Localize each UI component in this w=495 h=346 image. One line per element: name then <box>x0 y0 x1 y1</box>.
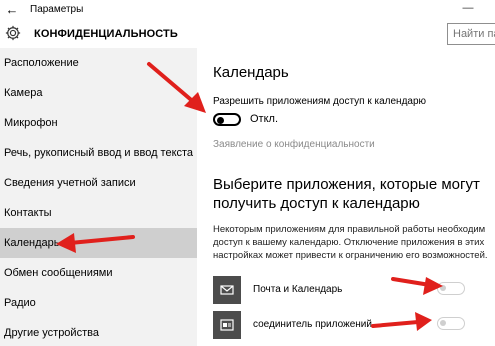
sidebar-item-speech[interactable]: Речь, рукописный ввод и ввод текста <box>0 138 197 168</box>
gear-icon <box>5 25 21 41</box>
content-panel: Календарь Разрешить приложениям доступ к… <box>197 48 495 346</box>
sidebar-item-camera[interactable]: Камера <box>0 78 197 108</box>
sidebar-item-messaging[interactable]: Обмен сообщениями <box>0 258 197 288</box>
mail-icon <box>213 276 241 304</box>
sidebar-item-location[interactable]: Расположение <box>0 48 197 78</box>
app-row-app-connector: соединитель приложений <box>213 311 495 339</box>
sidebar-item-contacts[interactable]: Контакты <box>0 198 197 228</box>
app-row-mail-calendar: Почта и Календарь <box>213 276 495 304</box>
app-connector-icon <box>213 311 241 339</box>
minimize-button[interactable]: — <box>460 1 476 17</box>
app-toggle-mail-calendar[interactable] <box>437 282 465 295</box>
page-title: КОНФИДЕНЦИАЛЬНОСТЬ <box>34 28 178 40</box>
page-header: КОНФИДЕНЦИАЛЬНОСТЬ <box>0 20 495 48</box>
apps-description: Некоторым приложениям для правильной раб… <box>213 224 488 261</box>
app-name: Почта и Календарь <box>253 284 343 295</box>
sidebar-item-radio[interactable]: Радио <box>0 288 197 318</box>
sidebar-item-other-devices[interactable]: Другие устройства <box>0 318 197 346</box>
toggle-knob <box>440 285 446 291</box>
sidebar-item-calendar[interactable]: Календарь <box>0 228 197 258</box>
window-title: Параметры <box>30 4 84 15</box>
search-input[interactable] <box>447 23 495 45</box>
back-arrow-icon[interactable]: ← <box>4 2 20 18</box>
calendar-access-toggle[interactable] <box>213 113 241 126</box>
toggle-knob <box>217 116 224 124</box>
app-name: соединитель приложений <box>253 319 372 330</box>
app-toggle-app-connector[interactable] <box>437 317 465 330</box>
title-bar: ← Параметры — <box>0 0 495 20</box>
toggle-knob <box>440 320 446 326</box>
sidebar-item-account-info[interactable]: Сведения учетной записи <box>0 168 197 198</box>
allow-access-label: Разрешить приложениям доступ к календарю <box>213 96 427 107</box>
sidebar: Расположение Камера Микрофон Речь, рукоп… <box>0 48 197 346</box>
sidebar-item-microphone[interactable]: Микрофон <box>0 108 197 138</box>
choose-apps-heading: Выберите приложения, которые могут получ… <box>213 176 480 212</box>
privacy-statement-link[interactable]: Заявление о конфиденциальности <box>213 139 375 150</box>
section-heading: Календарь <box>213 64 289 81</box>
toggle-state-label: Откл. <box>250 113 279 125</box>
